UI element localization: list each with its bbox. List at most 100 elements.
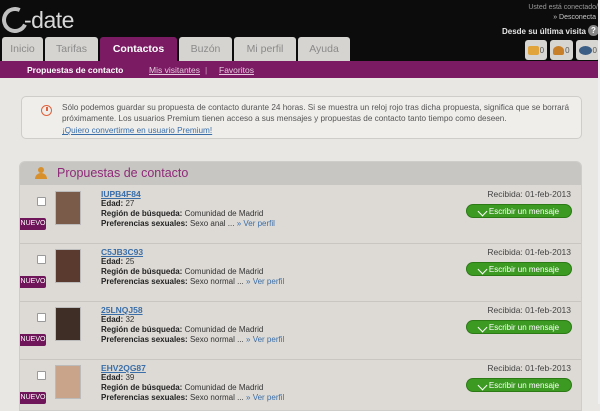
prefs-label: Preferencias sexuales: [101,277,188,286]
clock-icon [41,105,52,116]
pencil-icon [477,380,488,390]
tab-inicio[interactable]: Inicio [2,37,43,61]
age-line: Edad: 39 [101,373,134,382]
panel-title: Propuestas de contacto [57,166,189,180]
logo-text: -date [24,6,74,33]
region-value: Comunidad de Madrid [184,383,264,392]
prefs-label: Preferencias sexuales: [101,335,188,344]
tab-buzon[interactable]: Buzón [179,37,232,61]
write-message-button[interactable]: Escribir un mensaje [466,378,572,392]
new-badge: NUEVO [20,334,46,346]
tab-tarifas[interactable]: Tarifas [45,37,98,61]
region-value: Comunidad de Madrid [184,325,264,334]
select-checkbox[interactable] [37,197,46,206]
prefs-line: Preferencias sexuales: Sexo normal ... »… [101,393,284,402]
pencil-icon [477,322,488,332]
profile-photo[interactable] [55,191,81,225]
age-value: 32 [125,315,135,324]
age-label: Edad: [101,373,124,382]
info-notice: Sólo podemos guardar su propuesta de con… [21,96,582,139]
ver-perfil-link[interactable]: » Ver perfil [246,277,284,286]
prefs-value: Sexo normal ... [189,277,244,286]
prefs-value: Sexo normal ... [189,393,244,402]
username-link[interactable]: EHV2QG87 [101,363,146,373]
tab-contactos[interactable]: Contactos [100,37,177,61]
premium-link[interactable]: ¡Quiero convertirme en usuario Premium! [62,125,212,136]
region-line: Región de búsqueda: Comunidad de Madrid [101,267,263,276]
subnav-mis-visitantes[interactable]: Mis visitantes [149,65,200,75]
username-link[interactable]: C5JB3C93 [101,247,143,257]
info-text: Sólo podemos guardar su propuesta de con… [62,103,570,123]
select-checkbox[interactable] [37,371,46,380]
region-line: Región de búsqueda: Comunidad de Madrid [101,325,263,334]
age-line: Edad: 25 [101,257,134,266]
region-line: Región de búsqueda: Comunidad de Madrid [101,209,263,218]
visits-count: 0 [592,45,597,55]
cdate-logo[interactable]: -date [0,3,74,37]
prefs-line: Preferencias sexuales: Sexo anal ... » V… [101,219,275,228]
connected-status: Usted está conectado/ [528,4,598,11]
prefs-line: Preferencias sexuales: Sexo normal ... »… [101,335,284,344]
select-checkbox[interactable] [37,255,46,264]
profile-photo[interactable] [55,307,81,341]
top-header: -date Usted está conectado/ » Desconecta… [0,0,600,61]
messages-counter[interactable]: 0 [524,40,548,60]
received-date: Recibida: 01-feb-2013 [487,189,571,199]
write-message-button[interactable]: Escribir un mensaje [466,204,572,218]
list-item: NUEVO IUPB4F84 Edad: 27 Región de búsque… [20,186,581,244]
new-badge: NUEVO [20,392,46,404]
region-value: Comunidad de Madrid [184,209,264,218]
pencil-icon [477,264,488,274]
ver-perfil-link[interactable]: » Ver perfil [237,219,275,228]
region-line: Región de búsqueda: Comunidad de Madrid [101,383,263,392]
username-link[interactable]: IUPB4F84 [101,189,141,199]
person-icon [35,167,47,179]
list-item: NUEVO 25LNQJ58 Edad: 32 Región de búsque… [20,302,581,360]
new-badge: NUEVO [20,218,46,230]
ver-perfil-link[interactable]: » Ver perfil [246,335,284,344]
tab-ayuda[interactable]: Ayuda [298,37,350,61]
select-checkbox[interactable] [37,313,46,322]
visits-counter[interactable]: 0 [575,40,600,60]
list-item: NUEVO C5JB3C93 Edad: 25 Región de búsque… [20,244,581,302]
age-label: Edad: [101,257,124,266]
disconnect-link[interactable]: » Desconecta [553,14,596,21]
age-value: 27 [125,199,135,208]
write-message-label: Escribir un mensaje [488,206,560,216]
profile-photo[interactable] [55,249,81,283]
main-tabs: Inicio Tarifas Contactos Buzón Mi perfil… [2,37,352,61]
write-message-label: Escribir un mensaje [488,380,560,390]
notification-icons: 0 0 0 [524,40,600,60]
region-label: Región de búsqueda: [101,267,183,276]
contact-proposals-panel: Propuestas de contacto NUEVO IUPB4F84 Ed… [19,161,582,411]
subnav-propuestas[interactable]: Propuestas de contacto [27,65,123,75]
subnav-favoritos[interactable]: Favoritos [219,65,254,75]
region-value: Comunidad de Madrid [184,267,264,276]
write-message-button[interactable]: Escribir un mensaje [466,262,572,276]
age-label: Edad: [101,315,124,324]
received-date: Recibida: 01-feb-2013 [487,247,571,257]
prefs-label: Preferencias sexuales: [101,393,188,402]
new-badge: NUEVO [20,276,46,288]
ver-perfil-link[interactable]: » Ver perfil [246,393,284,402]
write-message-button[interactable]: Escribir un mensaje [466,320,572,334]
received-date: Recibida: 01-feb-2013 [487,363,571,373]
panel-header: Propuestas de contacto [20,162,581,185]
age-line: Edad: 32 [101,315,134,324]
age-line: Edad: 27 [101,199,134,208]
age-value: 39 [125,373,135,382]
region-label: Región de búsqueda: [101,383,183,392]
contacts-counter[interactable]: 0 [550,40,573,60]
person-icon [553,45,565,55]
subnav-separator: | [205,65,208,75]
tab-mi-perfil[interactable]: Mi perfil [234,37,296,61]
prefs-value: Sexo normal ... [189,335,244,344]
sub-navigation: Propuestas de contacto Mis visitantes | … [0,61,600,78]
received-date: Recibida: 01-feb-2013 [487,305,571,315]
last-visit-label: Desde su última visita [501,27,586,36]
messages-count: 0 [539,45,545,55]
prefs-value: Sexo anal ... [189,219,235,228]
profile-photo[interactable] [55,365,81,399]
username-link[interactable]: 25LNQJ58 [101,305,143,315]
envelope-icon [527,45,539,55]
